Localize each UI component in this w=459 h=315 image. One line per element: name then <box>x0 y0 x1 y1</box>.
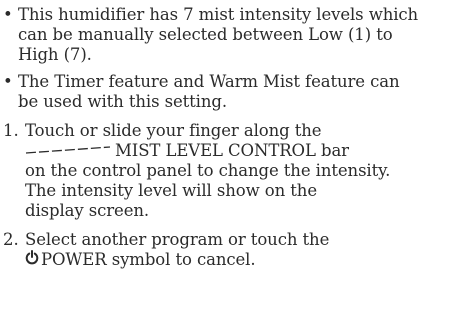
bullet-1-line-2: can be manually selected between Low (1)… <box>18 25 393 44</box>
bullet-marker: • <box>3 72 13 91</box>
bullet-2-line-1: The Timer feature and Warm Mist feature … <box>18 72 400 91</box>
step-1-line-3: on the control panel to change the inten… <box>25 161 391 180</box>
bullet-1-line-1: This humidifier has 7 mist intensity lev… <box>18 5 419 24</box>
mist-level-control-label: MIST LEVEL CONTROL bar <box>115 141 349 160</box>
power-icon <box>25 250 39 265</box>
step-2-line-1: Select another program or touch the <box>25 230 330 249</box>
step-2-number: 2. <box>3 230 19 249</box>
bullet-1-line-3: High (7). <box>18 45 92 64</box>
step-1-line-5: display screen. <box>25 201 150 220</box>
instructions-page: • This humidifier has 7 mist intensity l… <box>0 0 459 315</box>
step-1-line-4: The intensity level will show on the <box>25 181 317 200</box>
step-2-line-2: POWER symbol to cancel. <box>25 250 256 270</box>
power-symbol-label: POWER symbol to cancel. <box>41 250 256 269</box>
bullet-2-line-2: be used with this setting. <box>18 92 227 111</box>
bullet-marker: • <box>3 5 13 24</box>
mist-level-bar-icon <box>25 145 111 154</box>
step-1-number: 1. <box>3 121 19 140</box>
step-1-line-1: Touch or slide your finger along the <box>25 121 322 140</box>
step-1-line-2: MIST LEVEL CONTROL bar <box>25 141 349 161</box>
